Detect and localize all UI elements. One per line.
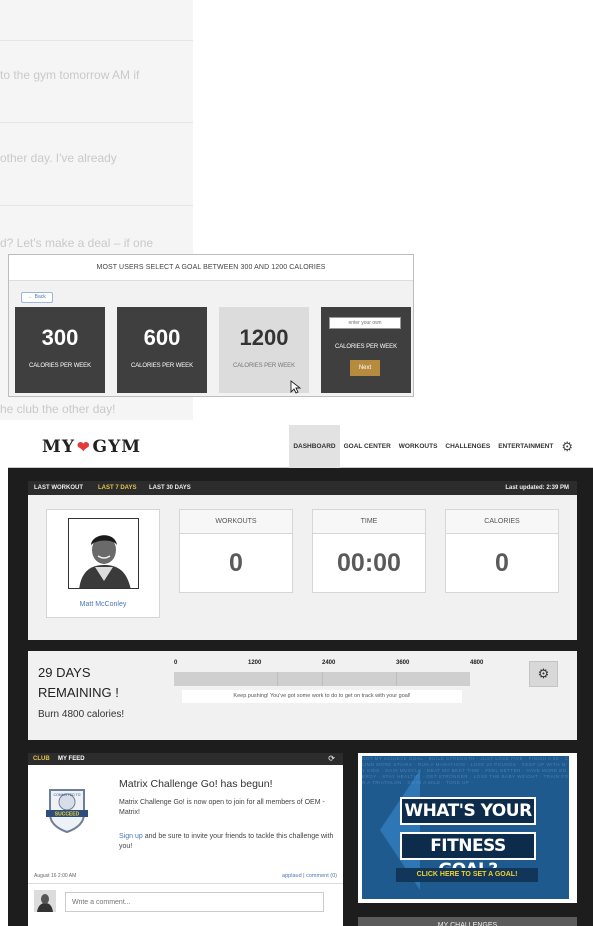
stat-label: CALORIES	[446, 510, 558, 534]
goal-option-300[interactable]: 300 CALORIES PER WEEK	[15, 307, 105, 393]
next-button[interactable]: Next	[350, 360, 380, 376]
profile-card: Matt McConley	[46, 509, 160, 618]
post-body-text: and be sure to invite your friends to ta…	[119, 833, 334, 850]
goal-option-value: 1200	[239, 325, 289, 350]
feed-text: he club the other day!	[0, 402, 116, 416]
tab-last-30-days[interactable]: LAST 30 DAYS	[149, 481, 191, 495]
tab-club[interactable]: CLUB	[33, 753, 50, 765]
nav-workouts[interactable]: WORKOUTS	[395, 425, 442, 468]
progress-tick	[322, 672, 323, 686]
badge-word: SUCCEED	[55, 812, 80, 818]
profile-name[interactable]: Matt McConley	[47, 601, 159, 608]
progress-scale-label: 1200	[248, 660, 262, 666]
goal-settings-gear-icon[interactable]: ⚙	[529, 661, 558, 687]
progress-tick	[396, 672, 397, 686]
feed-divider	[0, 40, 193, 41]
progress-scale-label: 0	[174, 660, 178, 666]
progress-scale-label: 2400	[322, 660, 336, 666]
goal-option-value: 300	[41, 325, 79, 350]
stat-value: 0	[495, 549, 509, 577]
stat-workouts: WORKOUTS 0	[179, 509, 293, 593]
sign-up-link[interactable]: Sign up	[119, 833, 143, 840]
back-button[interactable]: ← Back	[21, 292, 53, 303]
banner-headline: WHAT'S YOUR	[400, 797, 536, 825]
comment-link[interactable]: comment (0)	[306, 873, 337, 879]
goal-option-label: CALORIES PER WEEK	[131, 363, 193, 369]
commenter-avatar	[34, 890, 56, 912]
logo-text: MY	[42, 437, 75, 457]
feed-divider	[0, 205, 193, 206]
heart-icon: ❤	[76, 438, 91, 456]
feed-divider	[0, 122, 193, 123]
stat-value: 00:00	[337, 549, 401, 577]
goal-option-600[interactable]: 600 CALORIES PER WEEK	[117, 307, 207, 393]
club-feed-panel: CLUB MY FEED ⟳ COMMITTED TO SUCCEED Matr…	[28, 753, 343, 926]
days-remaining-line: REMAINING !	[38, 685, 119, 700]
days-remaining: 29 DAYS REMAINING !	[38, 663, 119, 703]
last-updated: Last updated: 2:39 PM	[505, 485, 569, 491]
feed-divider	[28, 883, 343, 884]
goal-option-label: CALORIES PER WEEK	[233, 363, 295, 369]
my-challenges-header[interactable]: MY CHALLENGES	[358, 917, 577, 926]
period-tabs: LAST WORKOUT LAST 7 DAYS LAST 30 DAYS La…	[28, 481, 577, 495]
stat-time: TIME 00:00	[312, 509, 426, 593]
stat-value: 0	[229, 549, 243, 577]
stat-calories: CALORIES 0	[445, 509, 559, 593]
applaud-link[interactable]: applaud	[282, 873, 302, 879]
mouse-cursor-icon	[290, 380, 302, 394]
post-body: Matrix Challenge Go! is now open to join…	[119, 799, 325, 816]
dashboard-window: MY ❤ GYM DASHBOARD GOAL CENTER WORKOUTS CH…	[8, 425, 593, 926]
post-body-cta: Sign up and be sure to invite your frien…	[119, 832, 334, 852]
feed-text: d? Let's make a deal – if one	[0, 236, 154, 250]
post-title: Matrix Challenge Go! has begun!	[119, 778, 273, 790]
logo-text: GYM	[92, 437, 142, 457]
mygym-logo[interactable]: MY ❤ GYM	[42, 437, 141, 457]
feed-text: to the gym tomorrow AM if	[0, 68, 140, 82]
days-remaining-line: 29 DAYS	[38, 665, 91, 680]
banner-headline: FITNESS GOAL?	[400, 832, 536, 880]
profile-photo[interactable]	[68, 518, 139, 589]
tab-my-feed[interactable]: MY FEED	[58, 753, 85, 765]
custom-goal-input[interactable]	[329, 317, 401, 329]
nav-challenges[interactable]: CHALLENGES	[441, 425, 494, 468]
nav-entertainment[interactable]: ENTERTAINMENT	[494, 425, 557, 468]
banner-artwork: NOT MY ACHIEVE GOAL · BUILD STRENGTH · J…	[362, 756, 569, 899]
user-avatar-icon	[34, 890, 56, 912]
top-navigation: MY ❤ GYM DASHBOARD GOAL CENTER WORKOUTS CH…	[8, 425, 593, 468]
post-date: August 16 2:00 AM	[34, 873, 77, 879]
goal-progress-panel: 29 DAYS REMAINING ! Burn 4800 calories! …	[28, 651, 577, 740]
comment-input[interactable]	[65, 892, 324, 912]
settings-gear-icon[interactable]: ⚙	[561, 439, 573, 455]
stat-label: TIME	[313, 510, 425, 534]
stat-label: WORKOUTS	[180, 510, 292, 534]
tab-last-7-days[interactable]: LAST 7 DAYS	[98, 481, 136, 495]
stats-panel: Matt McConley WORKOUTS 0 TIME 00:00 CALO…	[28, 495, 577, 640]
main-nav: DASHBOARD GOAL CENTER WORKOUTS CHALLENGE…	[289, 425, 573, 468]
tab-last-workout[interactable]: LAST WORKOUT	[34, 481, 83, 495]
goal-option-label: CALORIES PER WEEK	[29, 363, 91, 369]
goal-option-custom: CALORIES PER WEEK Next	[321, 307, 411, 393]
goal-dialog: MOST USERS SELECT A GOAL BETWEEN 300 AND…	[8, 254, 414, 397]
nav-goal-center[interactable]: GOAL CENTER	[340, 425, 395, 468]
goal-option-label: CALORIES PER WEEK	[335, 344, 397, 350]
nav-dashboard[interactable]: DASHBOARD	[289, 425, 340, 468]
goal-option-value: 600	[143, 325, 181, 350]
goal-dialog-heading: MOST USERS SELECT A GOAL BETWEEN 300 AND…	[9, 255, 413, 281]
badge-caption: COMMITTED TO	[54, 793, 81, 797]
fitness-goal-banner[interactable]: NOT MY ACHIEVE GOAL · BUILD STRENGTH · J…	[358, 753, 577, 903]
progress-scale-label: 4800	[470, 660, 484, 666]
club-feed-header: CLUB MY FEED ⟳	[28, 753, 343, 765]
progress-scale-label: 3600	[396, 660, 410, 666]
set-goal-cta[interactable]: CLICK HERE TO SET A GOAL!	[396, 868, 538, 882]
feed-text: other day. I've already	[0, 151, 117, 165]
progress-hint: Keep pushing! You've got some work to do…	[182, 690, 462, 703]
post-actions: applaud | comment (0)	[282, 873, 337, 879]
refresh-icon[interactable]: ⟳	[328, 753, 335, 765]
progress-bar	[174, 672, 470, 686]
burn-goal-text: Burn 4800 calories!	[38, 709, 125, 720]
committed-badge-icon: COMMITTED TO SUCCEED	[46, 789, 88, 834]
user-avatar-icon	[69, 519, 138, 588]
progress-tick	[277, 672, 278, 686]
